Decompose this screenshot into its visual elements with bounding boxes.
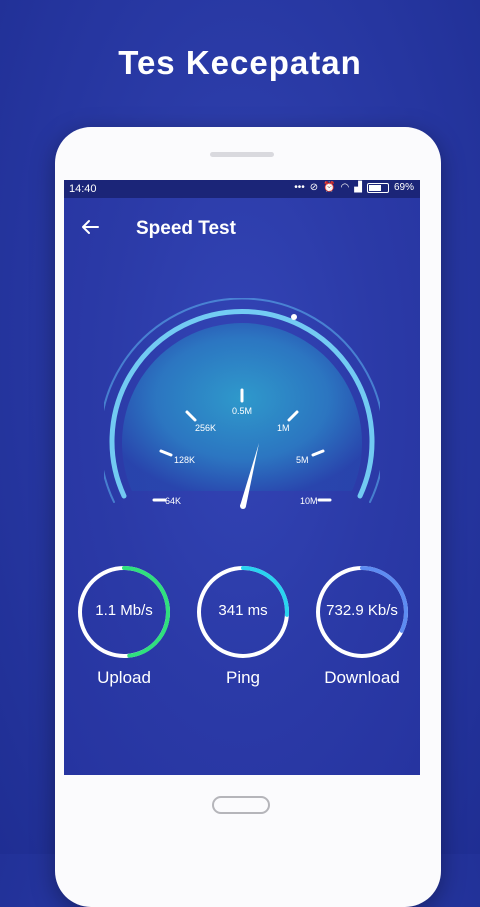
home-button[interactable] bbox=[212, 796, 270, 814]
ping-label: Ping bbox=[225, 668, 261, 687]
speed-gauge: 64K 128K 256K 0.5M 1M 5M 10M bbox=[99, 297, 385, 518]
gauge-label-64k: 64K bbox=[165, 496, 181, 506]
upload-label: Upload bbox=[97, 668, 151, 687]
phone-frame: 14:40 ••• ⊘ ⏰ ◠ ▟ 69% Speed Test 64K 128… bbox=[55, 127, 441, 907]
wifi-icon: ◠ bbox=[340, 182, 350, 193]
app-screen: 14:40 ••• ⊘ ⏰ ◠ ▟ 69% Speed Test 64K 128… bbox=[64, 180, 420, 775]
gauge-label-128k: 128K bbox=[174, 455, 195, 465]
more-icon: ••• bbox=[294, 182, 305, 193]
upload-metric[interactable]: 1.1 Mb/s Upload bbox=[76, 564, 172, 688]
status-time: 14:40 bbox=[69, 183, 97, 195]
upload-value: 1.1 Mb/s bbox=[95, 602, 153, 619]
ping-metric[interactable]: 341 ms Ping bbox=[195, 564, 291, 688]
gauge-label-0-5m: 0.5M bbox=[232, 406, 252, 416]
ping-ring: 341 ms bbox=[195, 564, 291, 660]
phone-speaker bbox=[210, 152, 274, 157]
gauge-label-1m: 1M bbox=[277, 423, 290, 433]
download-label: Download bbox=[324, 668, 400, 687]
gauge-label-5m: 5M bbox=[296, 455, 309, 465]
status-icons: ••• ⊘ ⏰ ◠ ▟ 69% bbox=[294, 182, 414, 193]
app-bar: Speed Test bbox=[64, 198, 420, 256]
download-metric[interactable]: 732.9 Kb/s Download bbox=[314, 564, 410, 688]
ping-value: 341 ms bbox=[218, 602, 268, 619]
alarm-icon: ⏰ bbox=[323, 182, 336, 193]
upload-ring: 1.1 Mb/s bbox=[76, 564, 172, 660]
battery-icon bbox=[366, 182, 389, 193]
download-ring: 732.9 Kb/s bbox=[314, 564, 410, 660]
download-value: 732.9 Kb/s bbox=[326, 602, 398, 619]
gauge-label-10m: 10M bbox=[300, 496, 318, 506]
signal-icon: ▟ bbox=[354, 182, 362, 193]
battery-percent: 69% bbox=[393, 182, 414, 193]
gauge-label-256k: 256K bbox=[195, 423, 216, 433]
mute-icon: ⊘ bbox=[309, 182, 319, 193]
back-arrow-icon[interactable] bbox=[79, 216, 103, 238]
page-title: Speed Test bbox=[136, 218, 236, 239]
status-bar: 14:40 ••• ⊘ ⏰ ◠ ▟ 69% bbox=[64, 180, 420, 198]
promo-headline: Tes Kecepatan bbox=[118, 44, 362, 81]
